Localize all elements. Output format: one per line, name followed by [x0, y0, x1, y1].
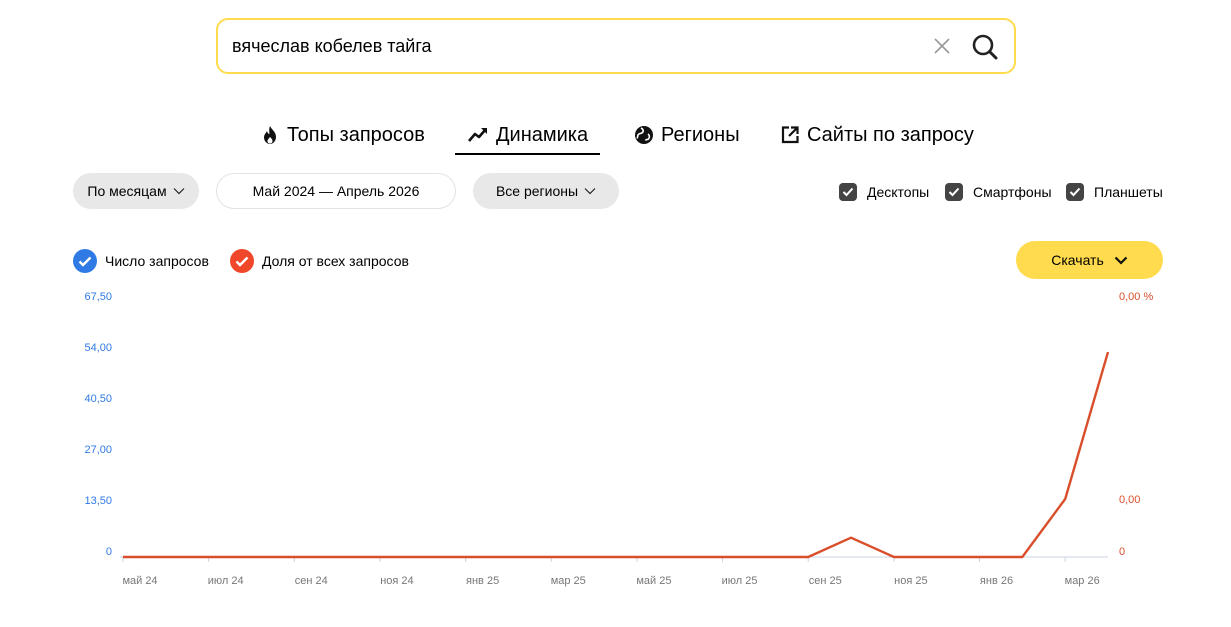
legend-share[interactable]: Доля от всех запросов	[230, 248, 409, 274]
tab-label: Топы запросов	[287, 123, 425, 146]
period-select-label: По месяцам	[87, 183, 167, 199]
search-icon[interactable]	[970, 32, 1000, 62]
right-axis-tick-label: 0	[1119, 546, 1125, 558]
fire-icon	[264, 126, 276, 144]
tab-sites[interactable]: Сайты по запросу	[780, 118, 974, 152]
right-axis-tick-label: 0,00 %	[1119, 291, 1153, 303]
left-axis-tick-label: 67,50	[84, 291, 112, 303]
external-link-icon	[781, 126, 799, 144]
right-axis-tick-label: 0,00	[1119, 494, 1140, 506]
date-range-picker[interactable]: Май 2024 — Апрель 2026	[216, 173, 456, 209]
device-label: Планшеты	[1094, 184, 1163, 200]
tabs: Топы запросов Динамика Регионы Сайты по …	[0, 118, 1231, 158]
clear-icon[interactable]	[930, 34, 954, 58]
period-select[interactable]: По месяцам	[73, 173, 199, 209]
globe-icon	[635, 126, 653, 144]
trend-icon	[468, 128, 487, 142]
search-input[interactable]	[232, 31, 912, 61]
left-axis-tick-label: 27,00	[84, 444, 112, 456]
x-axis-tick-label: сен 24	[295, 575, 328, 587]
tab-label: Регионы	[661, 123, 740, 146]
region-select-label: Все регионы	[495, 183, 579, 199]
checkbox-checked-icon	[1066, 183, 1084, 201]
region-select[interactable]: Все регионы	[473, 173, 619, 209]
dynamics-chart: 67,50 54,00 40,50 27,00 13,50 0 0,00 % 0,00 0 май…	[84, 291, 1153, 587]
tab-label: Динамика	[496, 123, 589, 146]
x-axis-tick-label: ноя 24	[380, 575, 413, 587]
chevron-down-icon	[584, 188, 596, 195]
x-axis-tick-label: мар 26	[1065, 575, 1100, 587]
x-axis-tick-label: ноя 25	[894, 575, 927, 587]
device-checkbox-smartphones[interactable]: Смартфоны	[945, 182, 1052, 202]
device-checkbox-desktop[interactable]: Десктопы	[839, 182, 929, 202]
x-axis-tick-label: сен 25	[809, 575, 842, 587]
left-axis-tick-label: 13,50	[84, 495, 112, 507]
x-axis-tick-label: май 25	[636, 575, 671, 587]
device-label: Десктопы	[867, 184, 930, 200]
x-axis-tick-label: июл 24	[208, 575, 244, 587]
x-axis-tick-label: янв 25	[466, 575, 499, 587]
tab-regions[interactable]: Регионы	[634, 118, 740, 152]
legend-query-count[interactable]: Число запросов	[73, 248, 209, 274]
tab-dynamics[interactable]: Динамика	[455, 118, 601, 155]
active-tab-underline	[455, 153, 601, 155]
chevron-down-icon	[1114, 256, 1128, 265]
tab-label: Сайты по запросу	[807, 123, 974, 146]
legend-label: Число запросов	[105, 253, 209, 269]
checkbox-checked-icon	[839, 183, 857, 201]
x-axis-tick-label: мар 25	[551, 575, 586, 587]
left-axis-tick-label: 0	[106, 546, 112, 558]
device-checkbox-tablets[interactable]: Планшеты	[1066, 182, 1163, 202]
download-button[interactable]: Скачать	[1016, 241, 1163, 279]
x-axis-tick-label: янв 26	[980, 575, 1013, 587]
check-circle-icon	[230, 249, 254, 273]
tab-top-queries[interactable]: Топы запросов	[260, 118, 425, 152]
left-axis-tick-label: 40,50	[84, 393, 112, 405]
device-label: Смартфоны	[973, 184, 1052, 200]
chevron-down-icon	[173, 188, 185, 195]
left-axis-tick-label: 54,00	[84, 342, 112, 354]
x-axis-tick-label: май 24	[122, 575, 157, 587]
checkbox-checked-icon	[945, 183, 963, 201]
download-label: Скачать	[1051, 252, 1104, 268]
check-circle-icon	[73, 249, 97, 273]
search-bar[interactable]	[216, 18, 1016, 74]
legend-label: Доля от всех запросов	[262, 253, 409, 269]
date-range-label: Май 2024 — Апрель 2026	[252, 183, 420, 199]
x-axis-tick-label: июл 25	[722, 575, 758, 587]
series-line	[123, 351, 1110, 559]
